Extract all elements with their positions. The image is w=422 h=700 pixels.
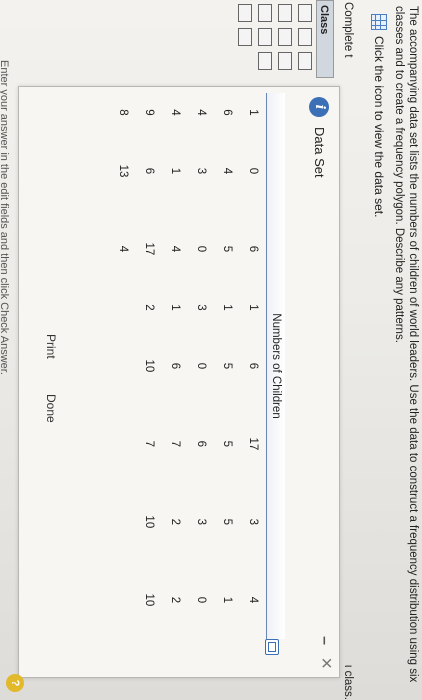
table-cell: 13 <box>117 164 129 178</box>
help-button[interactable]: ? <box>6 674 24 692</box>
table-cell: 9 <box>143 109 155 116</box>
table-cell <box>110 288 136 327</box>
table-row: 9 6 17 2 10 7 10 10 <box>136 93 162 639</box>
table-row: 4 1 4 1 6 7 2 2 <box>162 93 188 639</box>
answer-cell[interactable] <box>278 28 292 46</box>
table-cell: 4 <box>169 109 181 116</box>
table-cell: 0 <box>195 596 207 604</box>
table-cell: 1 <box>169 304 181 311</box>
table-row: 4 3 0 3 0 6 3 0 <box>188 93 214 639</box>
answer-cell[interactable] <box>298 52 312 70</box>
table-cell: 6 <box>169 362 181 370</box>
done-button[interactable]: Done <box>40 383 62 434</box>
table-cell: 4 <box>247 596 259 604</box>
answer-cell[interactable] <box>278 52 292 70</box>
table-cell: 2 <box>143 304 155 311</box>
table-cell: 17 <box>247 437 259 451</box>
complete-instruction: Complete t <box>342 2 354 58</box>
view-data-link[interactable]: Click the icon to view the data set. <box>372 36 386 217</box>
table-cell <box>110 561 136 639</box>
table-cell: 4 <box>169 245 181 253</box>
table-cell: 4 <box>117 245 129 253</box>
table-cell: 6 <box>143 167 155 175</box>
table-cell: 6 <box>247 362 259 370</box>
complete-instruction-end: ι class. <box>342 664 354 700</box>
answer-cell[interactable] <box>238 28 252 46</box>
table-cell: 3 <box>195 167 207 175</box>
table-cell: 5 <box>221 518 233 526</box>
answer-cell[interactable] <box>258 28 272 46</box>
table-cell: 0 <box>247 167 259 175</box>
table-cell: 2 <box>169 518 181 526</box>
answer-cell[interactable] <box>258 4 272 22</box>
answer-cell[interactable] <box>298 4 312 22</box>
table-cell: 1 <box>247 304 259 311</box>
answer-table <box>224 0 334 84</box>
answer-cell[interactable] <box>238 4 252 22</box>
table-cell: 5 <box>221 245 233 253</box>
bottom-instruction: Enter your answer in the edit fields and… <box>0 60 10 375</box>
table-cell: 17 <box>143 242 155 256</box>
view-data-row[interactable]: Click the icon to view the data set. <box>370 14 388 217</box>
print-button[interactable]: Print <box>40 323 62 370</box>
table-row: 1 0 6 1 6 17 3 4 <box>240 93 267 639</box>
table-cell: 6 <box>195 440 207 448</box>
minimize-button[interactable]: – <box>315 636 333 645</box>
table-row: 6 4 5 1 5 5 5 1 <box>214 93 240 639</box>
table-cell: 10 <box>143 593 155 607</box>
table-cell: 1 <box>221 596 233 604</box>
table-cell: 3 <box>247 518 259 526</box>
table-cell <box>110 327 136 405</box>
table-cell: 4 <box>195 109 207 116</box>
table-cell: 1 <box>169 167 181 175</box>
table-cell: 1 <box>247 109 259 116</box>
table-header: Numbers of Children <box>266 93 285 639</box>
table-cell: 5 <box>221 440 233 448</box>
table-cell: 3 <box>195 304 207 311</box>
answer-cell[interactable] <box>298 28 312 46</box>
table-cell: 5 <box>221 362 233 370</box>
table-cell <box>110 483 136 561</box>
table-cell: 6 <box>247 245 259 253</box>
dialog-title: Data Set <box>312 127 327 178</box>
copy-to-clipboard-icon[interactable] <box>265 639 279 655</box>
table-cell: 7 <box>169 440 181 448</box>
data-set-dialog: i Data Set – × Numbers of Children 10616… <box>18 86 340 678</box>
table-cell: 10 <box>143 515 155 529</box>
question-text: The accompanying data set lists the numb… <box>393 6 419 683</box>
data-table: Numbers of Children 1 0 6 1 6 17 3 4 6 4 5 1 5 5 5 1 4 3 0… <box>110 93 285 639</box>
rotated-screen: The accompanying data set lists the numb… <box>0 0 422 700</box>
table-cell: 3 <box>195 518 207 526</box>
answer-cell[interactable] <box>278 4 292 22</box>
table-cell: 7 <box>143 440 155 448</box>
table-cell: 4 <box>221 167 233 175</box>
table-cell: 1 <box>221 304 233 311</box>
table-cell: 10 <box>143 359 155 373</box>
info-icon: i <box>309 97 329 117</box>
answer-cell[interactable] <box>258 52 272 70</box>
table-cell: 8 <box>117 109 129 116</box>
table-row: 8 13 4 <box>110 93 136 639</box>
table-cell: 0 <box>195 362 207 370</box>
close-button[interactable]: × <box>314 657 337 669</box>
data-table-icon[interactable] <box>371 14 387 30</box>
table-cell: 6 <box>221 109 233 116</box>
table-cell: 2 <box>169 596 181 604</box>
table-cell <box>110 405 136 483</box>
table-cell: 0 <box>195 245 207 253</box>
